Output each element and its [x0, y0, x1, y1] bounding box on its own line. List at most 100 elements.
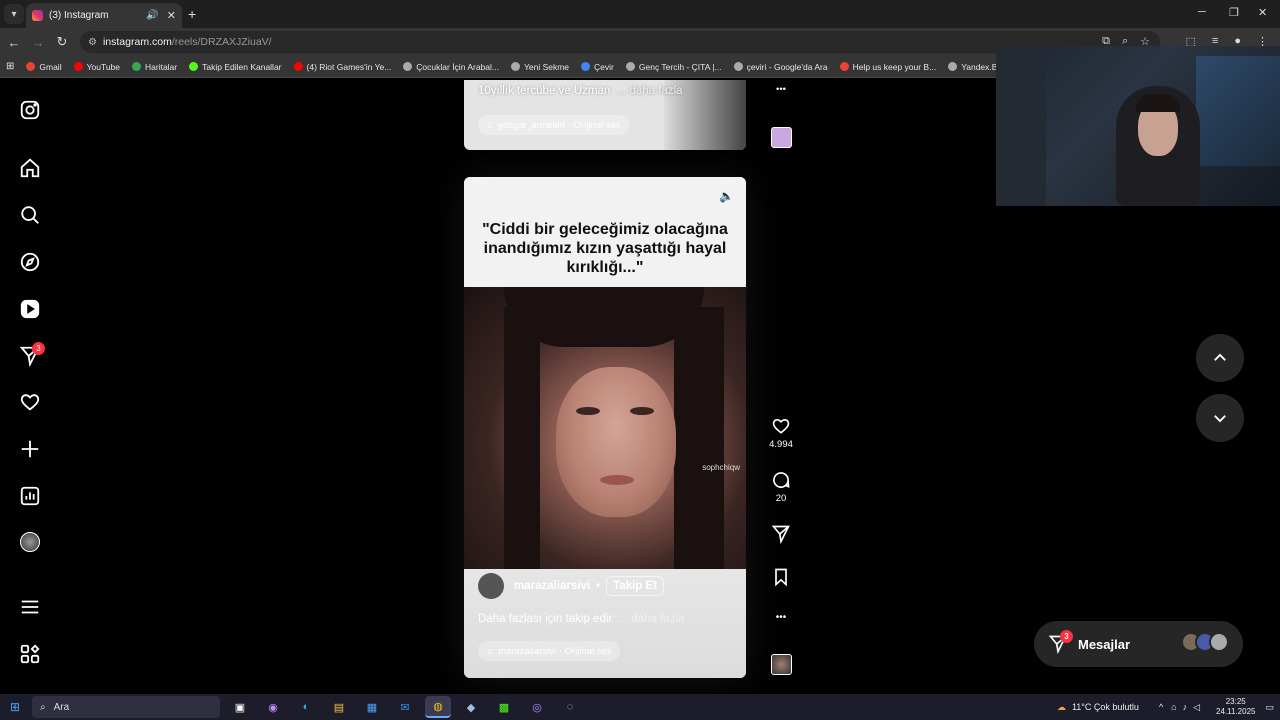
steam-icon[interactable]: ◆ — [458, 696, 484, 718]
home-icon[interactable] — [18, 156, 42, 180]
messages-button[interactable]: 3 Mesajlar — [1034, 621, 1243, 667]
next-reel-button[interactable] — [1196, 394, 1244, 442]
previous-reel-card[interactable]: 10yıllık tercübe ve Uzman ... daha fazla… — [464, 80, 746, 150]
kick-icon[interactable]: ▩ — [491, 696, 517, 718]
more-menu-icon[interactable] — [18, 595, 42, 619]
file-explorer-icon[interactable]: ▤ — [326, 696, 352, 718]
previous-reel-audio-thumbnail[interactable] — [766, 127, 796, 148]
instagram-favicon-icon — [32, 10, 43, 21]
reel-video-frame: sophchiqw — [464, 287, 746, 569]
url-host: instagram.com — [102, 36, 172, 48]
notification-center-icon[interactable]: ▭ — [1265, 702, 1274, 713]
bookmark-label: Genç Tercih - ÇITA |... — [638, 61, 722, 72]
windows-taskbar: ⊞ ⌕ Ara ▣ ◉ ◐ ▤ ▦ ✉ ◍ ◆ ▩ ◎ ◌ ☁ 11°C Çok… — [0, 694, 1280, 720]
new-tab-button[interactable]: + — [188, 6, 196, 22]
store-icon[interactable]: ▦ — [359, 696, 385, 718]
more-options-icon[interactable]: ••• — [766, 612, 796, 623]
clock[interactable]: 23:25 24.11.2025 — [1216, 697, 1255, 717]
bookmark-label: Haritalar — [145, 61, 178, 72]
microphone-icon[interactable]: ♪ — [1183, 702, 1188, 712]
bookmark-item[interactable]: çeviri - Google'da Ara — [733, 62, 828, 72]
comment-icon — [773, 472, 790, 488]
bookmark-item[interactable]: Gmail — [26, 62, 62, 72]
like-button[interactable]: 4.994 — [766, 416, 796, 450]
reload-icon[interactable]: ↻ — [50, 34, 74, 50]
weather-icon: ☁ — [1056, 701, 1066, 712]
task-view-icon[interactable]: ▣ — [227, 696, 253, 718]
reel-more-link[interactable]: ... daha fazla — [619, 613, 685, 625]
messages-badge: 3 — [1060, 630, 1073, 643]
volume-icon[interactable]: 🔈 — [719, 189, 734, 203]
previous-reel-button[interactable] — [1196, 334, 1244, 382]
start-button[interactable]: ⊞ — [0, 700, 30, 714]
mail-icon[interactable]: ✉ — [392, 696, 418, 718]
browser-tab-instagram[interactable]: (3) Instagram 🔊 ✕ — [26, 3, 182, 28]
chrome-icon[interactable]: ◍ — [425, 696, 451, 718]
taskbar-search[interactable]: ⌕ Ara — [32, 696, 220, 718]
reel-description: Daha fazlası için takip edir ... daha fa… — [478, 613, 685, 625]
bookmark-label: Help us keep your B... — [852, 61, 937, 72]
bookmark-favicon-icon — [625, 62, 635, 71]
bookmark-favicon-icon — [403, 62, 413, 71]
bookmark-item[interactable]: YouTube — [73, 62, 120, 72]
bookmark-item[interactable]: Yeni Sekme — [510, 62, 569, 72]
music-note-icon: ♫ — [486, 119, 494, 131]
explore-icon[interactable] — [18, 250, 42, 274]
back-icon[interactable]: ← — [2, 35, 26, 50]
bookmark-label: (4) Riot Games'in Ye... — [306, 61, 392, 72]
tab-audio-icon[interactable]: 🔊 — [146, 10, 158, 21]
previous-reel-caption: 10yıllık tercübe ve Uzman ... daha fazla — [478, 85, 683, 97]
previous-reel-audio[interactable]: ♫ yozgat_anneleri · Orijinal ses — [478, 115, 629, 135]
comment-button[interactable]: 20 — [766, 470, 796, 504]
tray-overflow-icon[interactable]: ^ — [1159, 702, 1163, 712]
reel-audio[interactable]: ♫ marazaliarsivi · Orijinal ses — [478, 641, 620, 661]
search-icon: ⌕ — [40, 701, 46, 713]
previous-reel-more-link[interactable]: ... daha fazla — [617, 85, 683, 97]
instagram-logo-icon[interactable] — [18, 98, 42, 122]
share-button[interactable] — [766, 524, 796, 544]
reel-author-row: marazaliarsivi • Takip Et — [478, 573, 665, 599]
bookmark-favicon-icon — [839, 62, 849, 71]
weather-text[interactable]: 11°C Çok bulutlu — [1072, 702, 1139, 712]
bookmark-item[interactable]: Help us keep your B... — [839, 61, 937, 72]
author-name[interactable]: marazaliarsivi — [514, 580, 590, 592]
reels-icon[interactable] — [18, 297, 42, 321]
edge-icon[interactable]: ◐ — [293, 696, 319, 718]
obs-icon[interactable]: ◎ — [524, 696, 550, 718]
save-button[interactable] — [766, 567, 796, 587]
author-avatar[interactable] — [478, 573, 504, 599]
bookmark-item[interactable]: Çocuklar İçin Arabal... — [403, 62, 499, 72]
profile-avatar[interactable] — [18, 530, 42, 554]
tab-close-icon[interactable]: ✕ — [167, 9, 176, 22]
reel-audio-thumbnail[interactable] — [766, 654, 796, 675]
reel-video-card[interactable]: "Ciddi bir geleceğimiz olacağına inandığ… — [464, 177, 746, 678]
create-plus-icon[interactable] — [18, 437, 42, 461]
search-icon[interactable] — [18, 203, 42, 227]
bookmark-favicon-icon — [73, 62, 83, 71]
bookmark-item[interactable]: (4) Riot Games'in Ye... — [293, 61, 392, 72]
bookmark-favicon-icon — [293, 62, 303, 71]
bookmark-item[interactable]: Haritalar — [132, 62, 177, 72]
dashboard-icon[interactable] — [18, 484, 42, 508]
network-icon[interactable]: ⌂ — [1171, 702, 1176, 712]
app-icon[interactable]: ◌ — [557, 696, 583, 718]
previous-reel-more-options-icon[interactable]: ••• — [766, 84, 796, 95]
copilot-icon[interactable]: ◉ — [260, 696, 286, 718]
bookmark-item[interactable]: Çevir — [581, 62, 614, 72]
apps-grid-icon[interactable]: ⊞ — [6, 61, 14, 72]
minimize-icon[interactable]: ─ — [1198, 6, 1206, 18]
notifications-heart-icon[interactable] — [18, 390, 42, 414]
chevron-down-icon — [1214, 415, 1226, 423]
bookmark-item[interactable]: Takip Edilen Kanallar — [189, 62, 282, 72]
tab-search-button[interactable]: ▾ — [4, 4, 24, 24]
reel-quote-text: "Ciddi bir geleceğimiz olacağına inandığ… — [464, 177, 746, 287]
bookmark-item[interactable]: Genç Tercih - ÇITA |... — [625, 61, 722, 72]
volume-tray-icon[interactable]: ◁ — [1193, 702, 1200, 713]
tab-title: (3) Instagram — [49, 10, 109, 21]
also-from-meta-icon[interactable] — [18, 642, 42, 666]
forward-icon[interactable]: → — [26, 35, 50, 50]
window-close-icon[interactable]: ✕ — [1258, 6, 1267, 19]
follow-button[interactable]: Takip Et — [606, 576, 665, 596]
restore-icon[interactable]: ❐ — [1229, 6, 1239, 19]
site-info-icon[interactable]: ⚙ — [88, 37, 97, 48]
